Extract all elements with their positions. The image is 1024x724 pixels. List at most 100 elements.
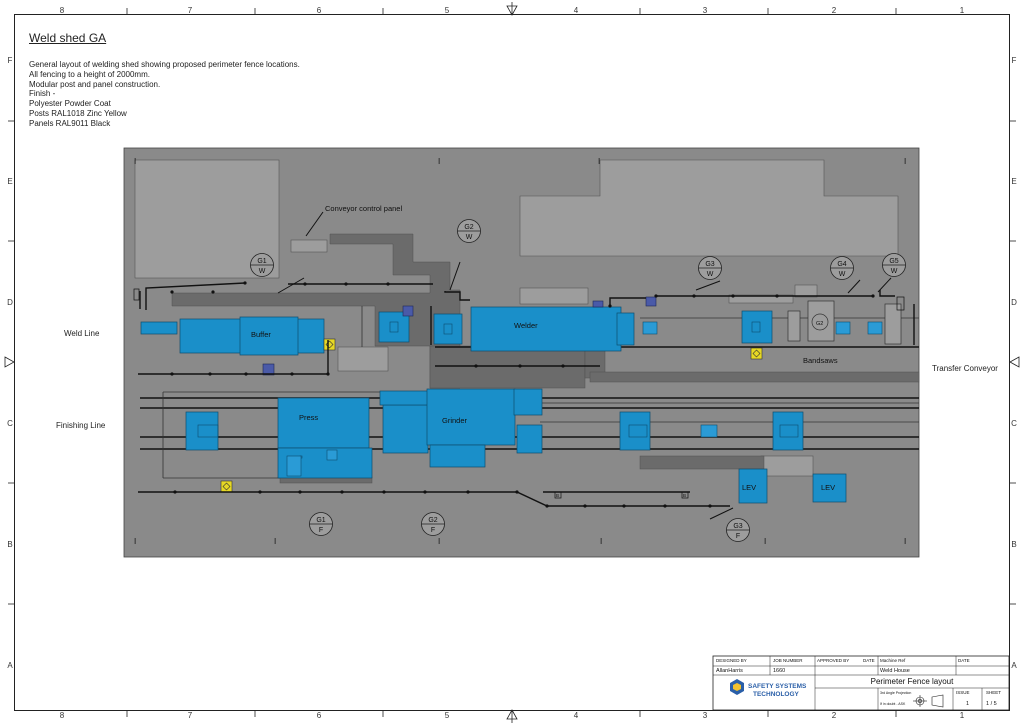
svg-text:Machine Ref: Machine Ref [880, 658, 906, 663]
svg-text:D: D [7, 298, 13, 307]
weld-station-3 [741, 310, 773, 344]
svg-text:5: 5 [445, 711, 450, 720]
gate-g1-w: G1 W [250, 253, 274, 277]
svg-text:3: 3 [703, 6, 708, 15]
svg-text:1: 1 [966, 701, 969, 707]
svg-text:F: F [1012, 56, 1017, 65]
svg-text:C: C [7, 419, 13, 428]
svg-text:Weld House: Weld House [880, 668, 910, 674]
finishing-station-2 [772, 411, 804, 451]
weld-feed [433, 313, 463, 345]
svg-text:I: I [438, 157, 440, 166]
svg-text:G3: G3 [733, 523, 742, 530]
svg-text:I: I [904, 537, 906, 546]
drawing-title: Weld shed GA [29, 31, 107, 45]
welder-machine [470, 306, 622, 352]
finishing-line-label: Finishing Line [56, 421, 106, 430]
svg-text:8: 8 [60, 6, 65, 15]
bench [519, 287, 589, 305]
svg-text:D: D [1011, 298, 1017, 307]
svg-text:F: F [431, 527, 435, 534]
label-b2: B [683, 493, 686, 498]
grinder-machine [426, 388, 516, 446]
storage [760, 455, 814, 477]
svg-text:1660: 1660 [773, 668, 785, 674]
label-buffer: Buffer [251, 330, 271, 339]
gate-g4-w: G4 W [830, 256, 854, 280]
note-line: Polyester Powder Coat [29, 99, 111, 109]
svg-text:I: I [438, 537, 440, 546]
label-press: Press [299, 413, 318, 422]
label-conveyor-control-panel: Conveyor control panel [325, 204, 402, 213]
svg-text:G2: G2 [428, 517, 437, 524]
drawing-title-text: Perimeter Fence layout [871, 677, 954, 686]
svg-text:JOB NUMBER: JOB NUMBER [773, 658, 803, 663]
svg-text:DATE: DATE [863, 658, 875, 663]
gate-g3-f: G3 F [726, 518, 750, 542]
svg-text:I: I [274, 537, 276, 546]
gate-g2-f: G2 F [421, 512, 445, 536]
label-lev-1: LEV [742, 483, 756, 492]
svg-text:6: 6 [317, 6, 322, 15]
svg-text:7: 7 [188, 711, 193, 720]
drawing-notes: General layout of welding shed showing p… [29, 60, 300, 129]
svg-text:4: 4 [574, 6, 579, 15]
note-line: Modular post and panel construction. [29, 79, 161, 89]
svg-text:TECHNOLOGY: TECHNOLOGY [753, 691, 800, 698]
svg-text:8: 8 [60, 711, 65, 720]
svg-text:A: A [7, 661, 13, 670]
svg-text:AllanHarris: AllanHarris [716, 668, 743, 674]
svg-text:W: W [839, 271, 846, 278]
svg-text:G3: G3 [705, 261, 714, 268]
label-b1: B [556, 493, 559, 498]
gate-g5-w: G5 W [882, 253, 906, 277]
svg-text:I: I [764, 537, 766, 546]
svg-text:DESIGNED BY: DESIGNED BY [716, 658, 747, 663]
svg-text:DATE: DATE [958, 658, 970, 663]
press-infeed [185, 411, 219, 451]
svg-text:7: 7 [188, 6, 193, 15]
note-line: Panels RAL9011 Black [29, 118, 111, 128]
svg-text:A: A [1011, 661, 1017, 670]
gate-g3-w: G3 W [698, 256, 722, 280]
svg-text:B: B [7, 540, 12, 549]
title-block: DESIGNED BY AllanHarris JOB NUMBER 1660 … [712, 655, 1010, 711]
svg-text:I: I [134, 537, 136, 546]
note-line: All fencing to a height of 2000mm. [29, 69, 150, 79]
svg-text:W: W [259, 268, 266, 275]
svg-text:F: F [736, 533, 740, 540]
svg-text:3: 3 [703, 711, 708, 720]
svg-text:1: 1 [960, 711, 965, 720]
svg-text:1: 1 [960, 6, 965, 15]
svg-text:1 / 5: 1 / 5 [986, 701, 997, 707]
svg-text:ISSUE: ISSUE [956, 690, 970, 695]
svg-text:W: W [891, 268, 898, 275]
svg-text:APPROVED BY: APPROVED BY [817, 658, 849, 663]
svg-text:G4: G4 [837, 261, 846, 268]
svg-text:I: I [600, 537, 602, 546]
svg-text:G5: G5 [889, 258, 898, 265]
svg-text:I: I [134, 157, 136, 166]
svg-text:G1: G1 [316, 517, 325, 524]
svg-text:W: W [466, 234, 473, 241]
note-line: Posts RAL1018 Zinc Yellow [29, 108, 127, 118]
svg-text:G1: G1 [257, 258, 266, 265]
label-lev-2: LEV [821, 483, 835, 492]
svg-text:I: I [904, 157, 906, 166]
svg-text:6: 6 [317, 711, 322, 720]
saw-stand [794, 284, 818, 298]
svg-text:C: C [1011, 419, 1017, 428]
svg-text:2: 2 [832, 711, 837, 720]
svg-text:E: E [1011, 177, 1016, 186]
svg-text:W: W [707, 271, 714, 278]
svg-text:B: B [1011, 540, 1016, 549]
svg-text:SHEET: SHEET [986, 690, 1001, 695]
svg-text:5: 5 [445, 6, 450, 15]
svg-text:F: F [319, 527, 323, 534]
conveyor-control-panel [290, 239, 328, 253]
note-line: Finish - [29, 89, 56, 99]
label-bandsaws: Bandsaws [803, 356, 838, 365]
label-welder: Welder [514, 321, 538, 330]
svg-text:G2: G2 [464, 224, 473, 231]
label-grinder: Grinder [442, 416, 468, 425]
